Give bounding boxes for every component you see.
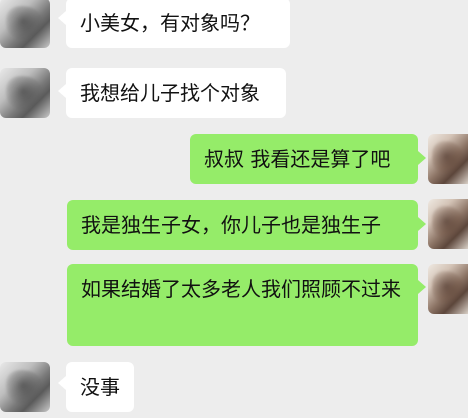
incoming-message-bubble[interactable]: 我想给儿子找个对象: [66, 68, 286, 118]
bubble-tail-right: [418, 217, 426, 231]
message-text: 我是独生子女，你儿子也是独生子: [81, 213, 381, 237]
message-text: 没事: [80, 375, 120, 399]
contact-avatar[interactable]: [0, 0, 50, 48]
contact-avatar[interactable]: [0, 362, 50, 412]
outgoing-message-bubble[interactable]: 我是独生子女，你儿子也是独生子: [67, 200, 418, 250]
message-text: 我想给儿子找个对象: [80, 81, 260, 105]
incoming-message-bubble[interactable]: 没事: [66, 362, 134, 412]
my-avatar[interactable]: [428, 134, 468, 184]
chat-conversation: 小美女，有对象吗？ 我想给儿子找个对象 叔叔 我看还是算了吧 我是独生子女，你儿…: [0, 0, 468, 418]
contact-avatar[interactable]: [0, 68, 50, 118]
message-text: 叔叔 我看还是算了吧: [204, 147, 391, 171]
outgoing-message-bubble[interactable]: 如果结婚了太多老人我们照顾不过来: [67, 264, 418, 346]
bubble-tail-left: [58, 84, 66, 98]
bubble-tail-left: [58, 11, 66, 25]
bubble-tail-right: [418, 280, 426, 294]
incoming-message-bubble[interactable]: 小美女，有对象吗？: [66, 0, 290, 48]
my-avatar[interactable]: [428, 264, 468, 314]
bubble-tail-right: [418, 151, 426, 165]
bubble-tail-left: [58, 376, 66, 390]
outgoing-message-bubble[interactable]: 叔叔 我看还是算了吧: [190, 134, 418, 184]
message-text: 小美女，有对象吗？: [80, 11, 260, 35]
my-avatar[interactable]: [428, 199, 468, 249]
message-text: 如果结婚了太多老人我们照顾不过来: [81, 277, 401, 301]
